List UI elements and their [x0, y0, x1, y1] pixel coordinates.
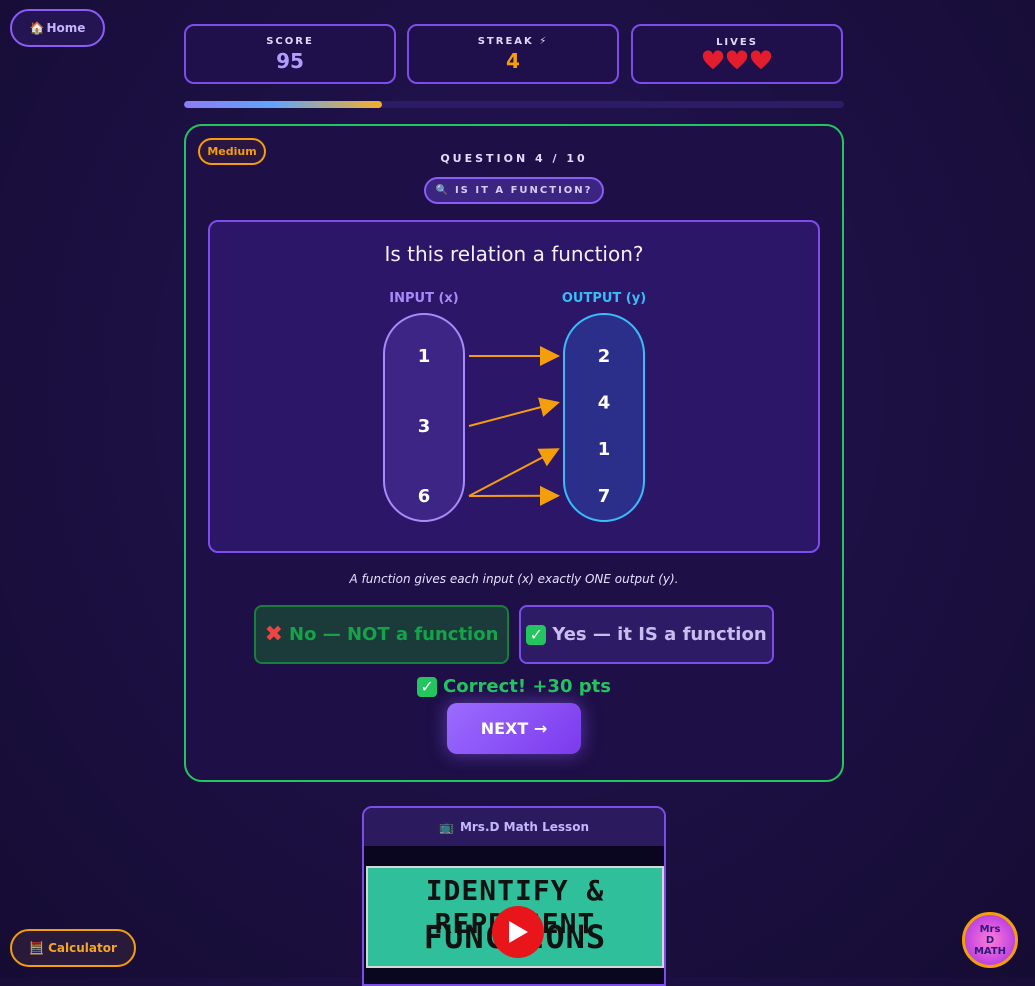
input-column-label: INPUT (x) [374, 291, 474, 306]
topic-pill: 🔍 IS IT A FUNCTION? [424, 177, 604, 204]
check-icon: ✓ [417, 677, 437, 697]
answer-no-button[interactable]: ✖ No — NOT a function [254, 605, 509, 664]
lives-card: LIVES [631, 24, 843, 84]
mapping-arrow [469, 403, 558, 426]
hint-text: A function gives each input (x) exactly … [184, 572, 844, 586]
calculator-button[interactable]: 🧮 Calculator [10, 929, 136, 967]
mapping-arrow [469, 449, 558, 496]
question-prompt: Is this relation a function? [208, 242, 820, 266]
house-icon: 🏠 [30, 21, 45, 35]
score-label: SCORE [266, 36, 314, 47]
calculator-icon: 🧮 [29, 941, 44, 955]
next-button[interactable]: NEXT → [447, 703, 581, 754]
feedback-text: Correct! +30 pts [443, 676, 611, 697]
home-button[interactable]: 🏠 Home [10, 9, 105, 47]
output-value: 1 [598, 439, 611, 460]
progress-fill [184, 101, 382, 108]
calculator-label: Calculator [48, 941, 117, 955]
answer-yes-label: Yes — it IS a function [552, 624, 766, 645]
video-header: 📺 Mrs.D Math Lesson [364, 808, 664, 846]
magnifier-icon: 🔍 [436, 185, 450, 196]
logo-line3: MATH [974, 946, 1006, 957]
cross-icon: ✖ [265, 622, 283, 647]
lives-hearts [702, 50, 772, 72]
video-title: Mrs.D Math Lesson [460, 820, 589, 834]
input-value: 3 [418, 416, 431, 437]
streak-value: 4 [506, 49, 520, 73]
score-value: 95 [276, 49, 304, 73]
tv-icon: 📺 [439, 820, 454, 834]
score-card: SCORE 95 [184, 24, 396, 84]
logo-line2: D [986, 935, 994, 946]
heart-icon [750, 50, 772, 72]
feedback-message: ✓ Correct! +30 pts [184, 676, 844, 697]
check-icon: ✓ [526, 625, 546, 645]
mapping-diagram: 1 3 6 2 4 1 7 [370, 310, 660, 530]
output-value: 7 [598, 486, 611, 507]
brand-logo: Mrs D MATH [962, 912, 1018, 968]
question-number: QUESTION 4 / 10 [184, 152, 844, 165]
play-icon[interactable] [492, 906, 544, 958]
logo-line1: Mrs [980, 924, 1001, 935]
video-card[interactable]: 📺 Mrs.D Math Lesson IDENTIFY & REPRESENT… [362, 806, 666, 986]
input-value: 1 [418, 346, 431, 367]
streak-label: STREAK ⚡ [478, 36, 549, 47]
video-thumbnail[interactable]: IDENTIFY & REPRESENT FUNCTIONS [366, 866, 664, 968]
lives-label: LIVES [716, 37, 758, 48]
streak-card: STREAK ⚡ 4 [407, 24, 619, 84]
answer-yes-button[interactable]: ✓ Yes — it IS a function [519, 605, 774, 664]
output-column-label: OUTPUT (y) [554, 291, 654, 306]
output-value: 4 [598, 393, 611, 414]
progress-bar [184, 101, 844, 108]
heart-icon [726, 50, 748, 72]
input-value: 6 [418, 486, 431, 507]
home-label: Home [47, 21, 86, 35]
heart-icon [702, 50, 724, 72]
answer-no-label: No — NOT a function [289, 624, 498, 645]
topic-label: IS IT A FUNCTION? [455, 185, 593, 196]
output-value: 2 [598, 346, 611, 367]
